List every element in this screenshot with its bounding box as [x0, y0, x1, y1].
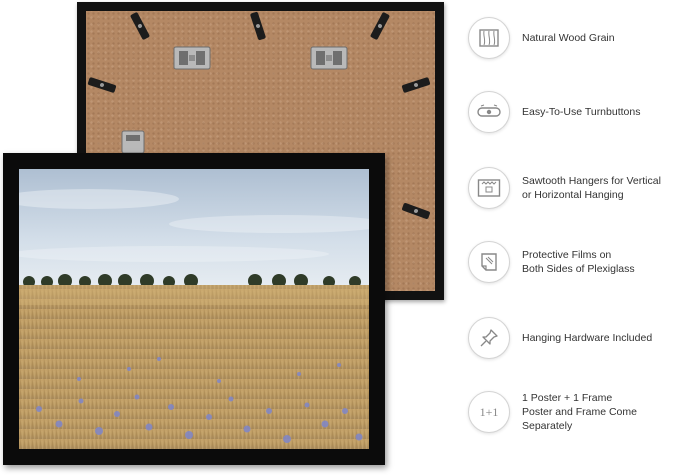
feature-label: or Horizontal Hanging — [522, 189, 624, 201]
feature-label: Easy-To-Use Turnbuttons — [522, 106, 641, 118]
frame-front-view — [3, 153, 385, 465]
feature-label: Both Sides of Plexiglass — [522, 263, 635, 275]
feature-label: 1 Poster + 1 Frame — [522, 392, 613, 404]
sawtooth-hanger — [310, 46, 348, 70]
turnbutton-icon — [468, 91, 510, 133]
pushpin-icon — [468, 317, 510, 359]
feature-item-wood-grain: Natural Wood Grain — [468, 16, 679, 60]
sawtooth-hanger — [173, 46, 211, 70]
one-plus-one-icon: 1+1 — [468, 391, 510, 433]
feature-item-hanging-hardware: Hanging Hardware Included — [468, 316, 679, 360]
feature-label: Sawtooth Hangers for Vertical — [522, 175, 661, 187]
feature-label: Poster and Frame Come Separately — [522, 406, 637, 432]
protective-film-icon — [468, 241, 510, 283]
feature-label: Hanging Hardware Included — [522, 332, 653, 344]
turnbutton-clip — [87, 77, 117, 93]
sawtooth-hanger-icon — [468, 167, 510, 209]
feature-label: Natural Wood Grain — [522, 32, 615, 44]
feature-label: Protective Films on — [522, 249, 612, 261]
feature-item-sawtooth-hangers: Sawtooth Hangers for Vertical or Horizon… — [468, 166, 679, 210]
turnbutton-clip — [402, 203, 430, 219]
turnbutton-clip — [250, 11, 266, 41]
turnbutton-clip — [370, 12, 390, 40]
poster-wheat-field-photo — [19, 169, 369, 449]
wood-grain-icon — [468, 17, 510, 59]
sawtooth-hanger — [121, 130, 145, 154]
feature-item-poster-and-frame: 1+1 1 Poster + 1 Frame Poster and Frame … — [468, 390, 679, 434]
turnbutton-clip — [130, 12, 150, 40]
feature-item-protective-films: Protective Films on Both Sides of Plexig… — [468, 240, 679, 284]
one-plus-one-text: 1+1 — [479, 404, 499, 419]
turnbutton-clip — [401, 77, 431, 93]
feature-item-turnbuttons: Easy-To-Use Turnbuttons — [468, 90, 679, 134]
feature-list: Natural Wood Grain Easy-To-Use Turnbutto… — [468, 0, 679, 475]
